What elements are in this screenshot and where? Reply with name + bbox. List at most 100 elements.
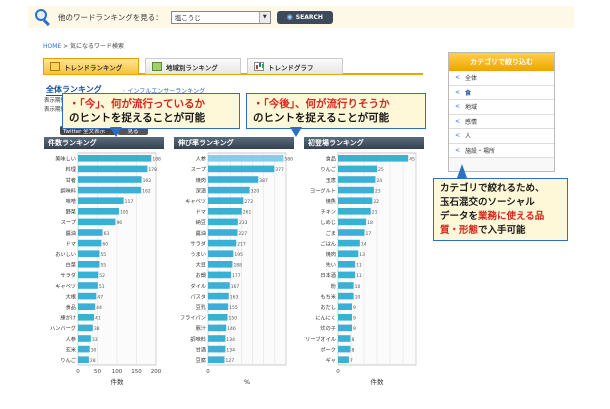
- data-label: 55: [100, 263, 106, 269]
- bar: [208, 324, 227, 332]
- category-label: 人参: [66, 335, 76, 343]
- chevron-right-icon: <: [455, 103, 461, 111]
- chart-title: 初登場ランキング: [304, 137, 424, 149]
- data-label: 47: [97, 294, 103, 300]
- category-label: 白菜: [66, 261, 76, 269]
- category-label: 炊の子: [320, 324, 336, 332]
- data-label: 387: [259, 178, 268, 184]
- bar: [208, 335, 226, 342]
- bar: [78, 197, 124, 204]
- category-label: ポーク: [320, 345, 336, 353]
- bar: [78, 229, 103, 236]
- callout-now-tail: [110, 127, 122, 137]
- axis-label: 件数: [111, 377, 125, 386]
- category-label: 野菜: [66, 208, 76, 216]
- category-label: キャベツ: [55, 283, 76, 290]
- category-label: お鍋: [196, 271, 206, 279]
- bar: [208, 165, 275, 173]
- category-label: 食品: [66, 303, 76, 311]
- category-label: ドマ: [66, 240, 76, 247]
- bar: [338, 271, 356, 279]
- chart-svg-new: 0 食品 45 りんご 25 玉恵 24 ヨーグルト 23 焼魚 22 チキン 21 しめじ 18 ごま 17 ご…: [304, 152, 417, 386]
- category-label: 味噌: [66, 197, 76, 205]
- category-label: おだし: [320, 304, 336, 311]
- data-label: 52: [99, 273, 105, 279]
- data-label: 163: [230, 294, 239, 300]
- bar: [338, 186, 374, 194]
- category-label: オリーブオイル: [304, 335, 336, 343]
- data-label: 272: [244, 199, 253, 205]
- category-label: 先い: [326, 261, 336, 269]
- data-label: 150: [229, 316, 238, 322]
- category-item-all[interactable]: < 全体: [449, 71, 554, 86]
- tab-trend-graph[interactable]: トレンドグラフ: [247, 58, 343, 74]
- data-label: 21: [372, 210, 378, 216]
- word-select[interactable]: 塩こうじ ▼: [170, 10, 271, 24]
- data-label: 96: [116, 220, 122, 226]
- bar: [338, 239, 360, 247]
- tab-area-ranking[interactable]: 地域別ランキング: [145, 58, 241, 74]
- chevron-right-icon: <: [455, 117, 461, 125]
- tick-label: 0: [336, 369, 340, 375]
- category-label: 豆乳: [196, 303, 206, 311]
- data-label: 8: [351, 337, 354, 343]
- chevron-right-icon: <: [455, 88, 461, 96]
- category-label: ギャ: [326, 357, 336, 364]
- category-item-people[interactable]: < 人: [449, 129, 554, 144]
- bar: [208, 345, 226, 353]
- data-label: 33: [92, 337, 98, 343]
- data-label: 18: [367, 220, 373, 226]
- category-label: 食品: [326, 155, 336, 163]
- category-label: サラダ: [190, 239, 206, 247]
- bar: [338, 314, 353, 321]
- category-label: スープ: [191, 166, 207, 173]
- data-label: 17: [366, 231, 372, 237]
- data-label: 41: [95, 316, 101, 322]
- search-label: 他のワードランキングを見る：: [58, 12, 163, 22]
- category-label: キャベツ: [185, 198, 206, 205]
- breadcrumb-home[interactable]: HOME: [43, 43, 61, 50]
- bar: [338, 303, 353, 310]
- chart-title: 伸び率ランキング: [174, 137, 294, 149]
- search-button-icon: ◉: [286, 13, 293, 21]
- tick-label: 0: [206, 369, 210, 375]
- bar: [78, 261, 100, 268]
- data-label: 14: [361, 241, 367, 247]
- category-label: 豚汁: [196, 324, 206, 332]
- breadcrumb: HOME > 気になるワード検索: [43, 41, 124, 50]
- category-label: サラダ: [60, 271, 76, 279]
- data-label: 28: [90, 358, 96, 364]
- chart-svg-growth: 0 人参 580 スープ 377 焼肉 387 深漬 320 キャベツ 272 ドマ 261 納豆 233 醤…: [180, 152, 293, 386]
- data-label: 45: [409, 157, 415, 163]
- bar: [208, 314, 228, 321]
- category-item-food[interactable]: < 食: [449, 85, 554, 100]
- bar: [78, 324, 93, 332]
- bar: [338, 292, 354, 300]
- category-label: 深漬: [196, 186, 207, 194]
- data-label: 22: [373, 199, 379, 205]
- data-label: 177: [232, 273, 241, 279]
- data-label: 9: [353, 316, 356, 322]
- chevron-down-icon: ▼: [258, 11, 270, 23]
- chevron-right-icon: <: [455, 74, 461, 82]
- data-label: 163: [143, 178, 152, 184]
- axis-label: 件数: [371, 377, 385, 386]
- category-label: ダイル: [190, 282, 206, 290]
- category-item-facility[interactable]: < 施設・場所: [449, 143, 554, 158]
- data-label: 51: [99, 284, 105, 290]
- search-button[interactable]: ◉ SEARCH: [276, 10, 333, 24]
- data-label: 23: [375, 188, 381, 194]
- category-label: もち米: [320, 292, 336, 300]
- category-label: にんにく: [315, 315, 336, 322]
- category-item-emotion[interactable]: < 感情: [449, 114, 554, 129]
- category-label: うまい: [190, 251, 206, 258]
- bar: [78, 345, 90, 353]
- bar: [338, 345, 351, 353]
- chart-title: 件数ランキング: [44, 137, 164, 149]
- bar: [78, 303, 96, 310]
- bar: [78, 218, 116, 226]
- category-label: 甘者: [66, 176, 76, 184]
- data-label: 127: [226, 358, 235, 364]
- category-item-region[interactable]: < 地域: [449, 100, 554, 115]
- tab-trend-ranking[interactable]: トレンドランキング: [43, 58, 139, 74]
